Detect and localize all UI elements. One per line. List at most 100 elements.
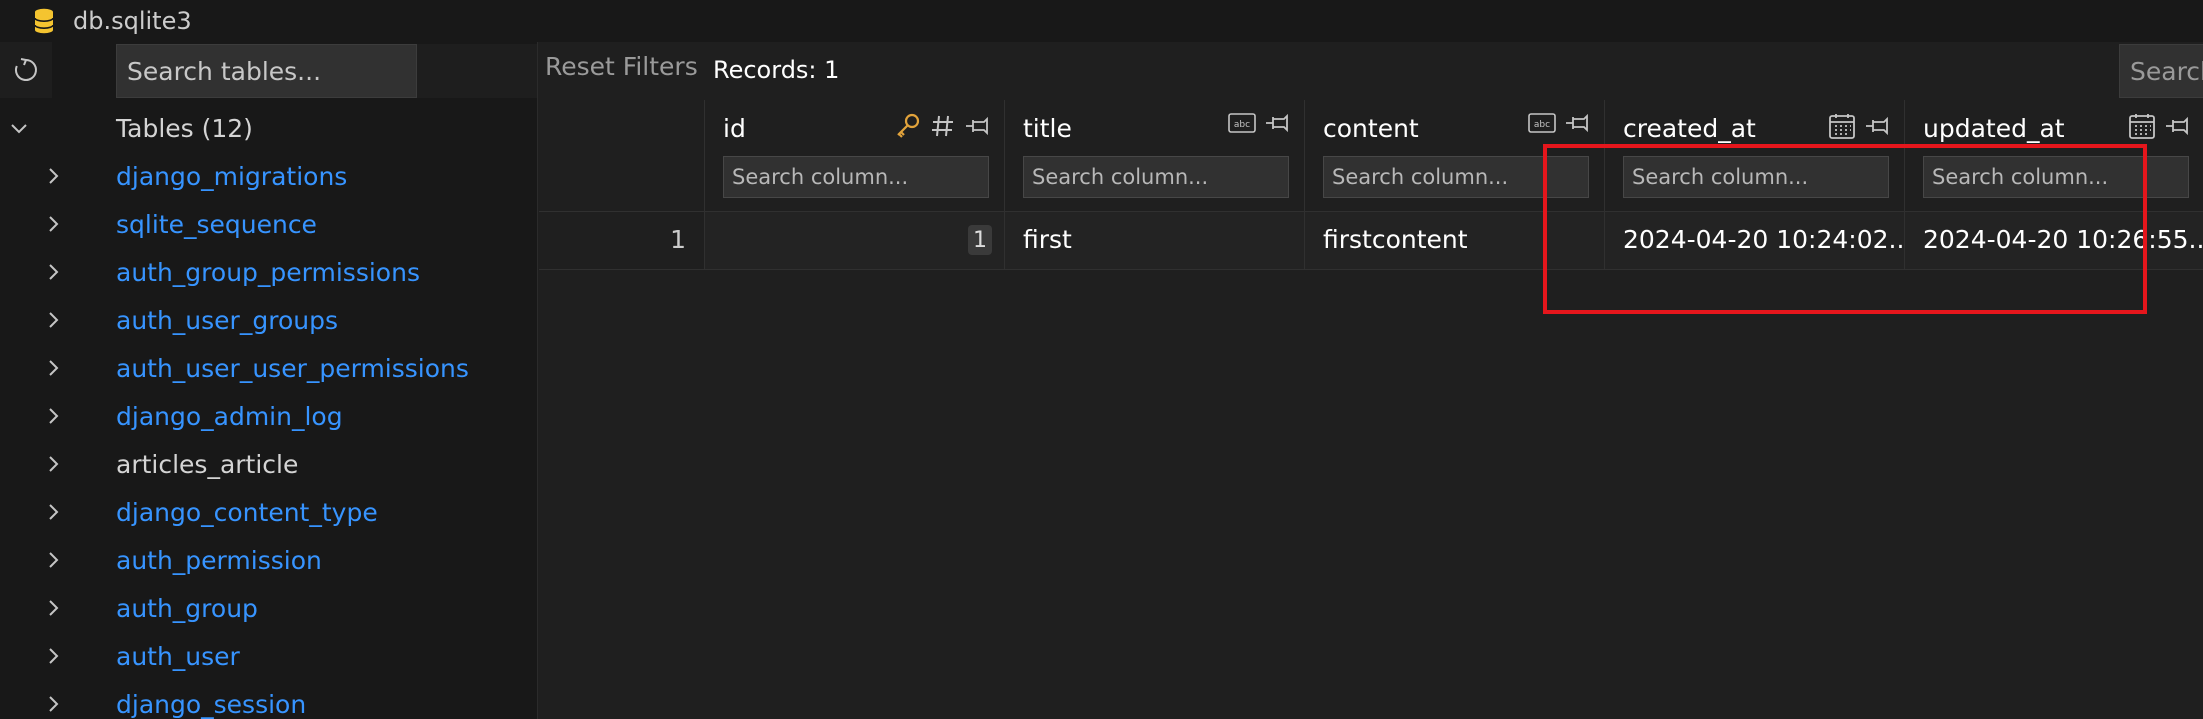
table-item-articles-article[interactable]: articles_article: [0, 440, 537, 488]
database-icon: [34, 8, 54, 34]
column-search-created-at[interactable]: [1623, 156, 1889, 198]
svg-text:abc: abc: [1534, 120, 1550, 130]
table-item-label: sqlite_sequence: [116, 209, 317, 239]
chevron-right-icon: [49, 456, 59, 472]
pin-icon: [1566, 113, 1588, 133]
cell-value: firstcontent: [1323, 225, 1468, 254]
window-title: db.sqlite3: [73, 7, 192, 35]
cell-value: 2024-04-20 10:24:02....: [1623, 225, 1921, 254]
pin-icon: [1866, 116, 1888, 136]
column-name: created_at: [1623, 114, 1756, 143]
table-item-auth-group-permissions[interactable]: auth_group_permissions: [0, 248, 537, 296]
table-toolbar: Reset Filters Records: 1 Search: [539, 42, 2203, 100]
column-name: title: [1023, 114, 1072, 143]
header-row: id title abc content abc: [539, 100, 2203, 212]
table-item-label: articles_article: [116, 449, 299, 479]
column-icons: [1828, 112, 1890, 140]
column-icons: abc: [1228, 112, 1290, 134]
chevron-down-icon: [11, 124, 27, 134]
chevron-right-icon: [49, 696, 59, 712]
search-button[interactable]: Search: [2119, 44, 2203, 98]
column-header-content[interactable]: content abc: [1305, 100, 1605, 211]
table-item-label: auth_group: [116, 593, 258, 623]
tables-sidebar: Tables (12) django_migrations sqlite_seq…: [0, 42, 538, 719]
text-type-icon: abc: [1528, 113, 1556, 133]
column-search-updated-at[interactable]: [1923, 156, 2189, 198]
column-icons: [2128, 112, 2190, 140]
table-item-label: django_migrations: [116, 161, 348, 191]
calendar-icon: [1829, 114, 1855, 139]
chevron-right-icon: [49, 504, 59, 520]
table-view: Reset Filters Records: 1 Search id title…: [539, 42, 2203, 719]
key-icon: [897, 113, 920, 138]
table-item-label: auth_permission: [116, 545, 322, 575]
table-item-label: django_admin_log: [116, 401, 343, 431]
table-item-label: auth_user_user_permissions: [116, 353, 469, 383]
column-header-title[interactable]: title abc: [1005, 100, 1305, 211]
column-name: updated_at: [1923, 114, 2065, 143]
chevron-right-icon: [49, 552, 59, 568]
pin-icon: [1266, 113, 1288, 133]
column-name: id: [723, 114, 746, 143]
table-item-auth-group[interactable]: auth_group: [0, 584, 537, 632]
table-item-label: auth_user_groups: [116, 305, 338, 335]
row-number: 1: [670, 225, 686, 254]
column-header-updated-at[interactable]: updated_at: [1905, 100, 2203, 211]
cell-updated-at[interactable]: 2024-04-20 10:26:55....: [1905, 212, 2203, 269]
sidebar-toolbar: [0, 42, 537, 100]
chevron-right-icon: [49, 408, 59, 424]
column-search-id[interactable]: [723, 156, 989, 198]
column-header-id[interactable]: id: [705, 100, 1005, 211]
table-item-label: auth_user: [116, 641, 240, 671]
cell-value: 2024-04-20 10:26:55....: [1923, 225, 2203, 254]
reset-filters-button[interactable]: Reset Filters: [545, 52, 698, 81]
search-input-tail: [417, 44, 537, 98]
table-item-django-migrations[interactable]: django_migrations: [0, 152, 537, 200]
refresh-icon: [15, 58, 37, 81]
chevron-right-icon: [49, 312, 59, 328]
header-rownum: [539, 100, 705, 211]
cell-id[interactable]: 1: [705, 212, 1005, 269]
tree-root-label: Tables (12): [116, 113, 253, 143]
svg-text:abc: abc: [1234, 120, 1250, 130]
column-name: content: [1323, 114, 1419, 143]
cell-created-at[interactable]: 2024-04-20 10:24:02....: [1605, 212, 1920, 269]
table-item-django-content-type[interactable]: django_content_type: [0, 488, 537, 536]
refresh-button[interactable]: [0, 42, 52, 98]
id-value: 1: [968, 225, 992, 255]
pin-icon: [966, 116, 988, 136]
table-row[interactable]: 1 1 first firstcontent 2024-04-20 10:24:…: [539, 212, 2203, 270]
chevron-right-icon: [49, 216, 59, 232]
table-item-auth-user[interactable]: auth_user: [0, 632, 537, 680]
table-item-label: django_session: [116, 689, 307, 719]
table-item-auth-user-user-permissions[interactable]: auth_user_user_permissions: [0, 344, 537, 392]
table-item-django-admin-log[interactable]: django_admin_log: [0, 392, 537, 440]
title-bar: db.sqlite3: [0, 0, 2203, 42]
chevron-right-icon: [49, 600, 59, 616]
table-item-django-session[interactable]: django_session: [0, 680, 537, 719]
chevron-right-icon: [49, 264, 59, 280]
cell-content[interactable]: firstcontent: [1305, 212, 1605, 269]
table-tree: Tables (12) django_migrations sqlite_seq…: [0, 104, 537, 719]
table-search-input[interactable]: [116, 44, 417, 98]
cell-title[interactable]: first: [1005, 212, 1305, 269]
column-search-title[interactable]: [1023, 156, 1289, 198]
calendar-icon: [2129, 114, 2155, 139]
chevron-right-icon: [49, 168, 59, 184]
hash-icon: [932, 115, 953, 137]
table-item-auth-user-groups[interactable]: auth_user_groups: [0, 296, 537, 344]
column-icons: abc: [1528, 112, 1590, 134]
table-item-sqlite-sequence[interactable]: sqlite_sequence: [0, 200, 537, 248]
column-header-created-at[interactable]: created_at: [1605, 100, 1905, 211]
column-icons: [894, 112, 990, 140]
table-item-auth-permission[interactable]: auth_permission: [0, 536, 537, 584]
tree-root-tables[interactable]: Tables (12): [0, 104, 537, 152]
text-type-icon: abc: [1228, 113, 1256, 133]
column-search-content[interactable]: [1323, 156, 1589, 198]
row-number-cell: 1: [539, 212, 705, 269]
chevron-right-icon: [49, 360, 59, 376]
table-item-label: django_content_type: [116, 497, 378, 527]
cell-value: first: [1023, 225, 1072, 254]
pin-icon: [2166, 116, 2188, 136]
chevron-right-icon: [49, 648, 59, 664]
